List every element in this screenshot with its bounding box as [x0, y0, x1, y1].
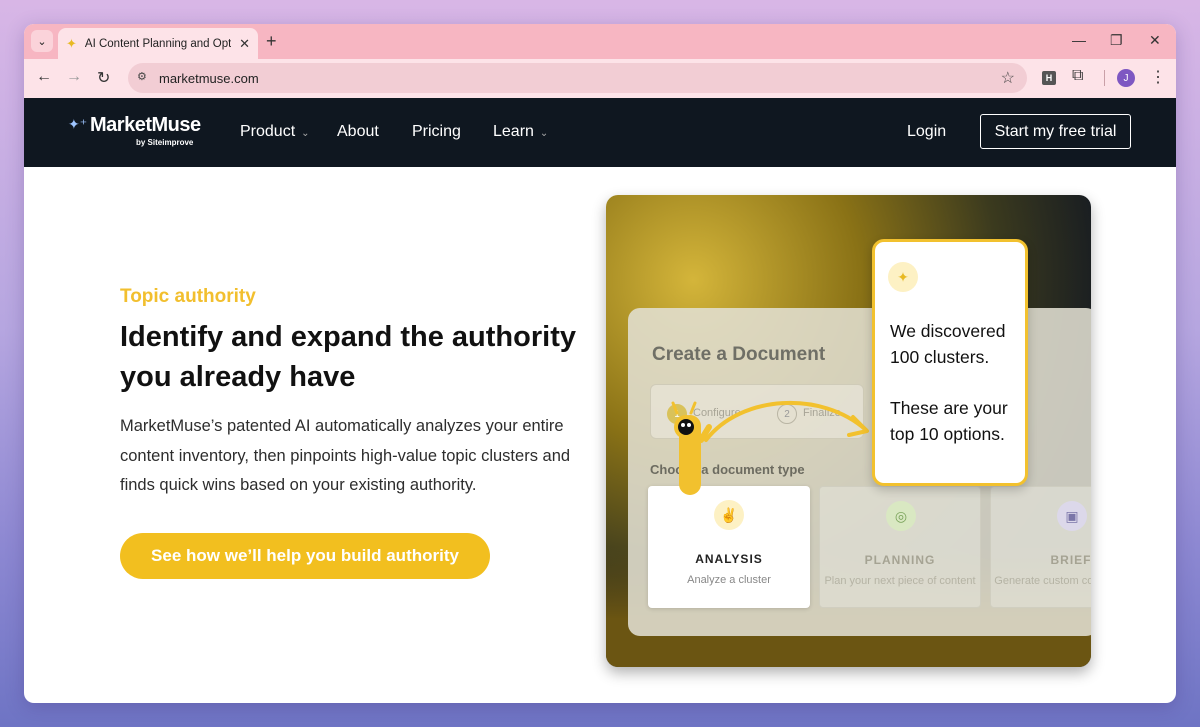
back-arrow-icon[interactable]: ← — [36, 68, 52, 86]
type-desc-planning: Plan your next piece of content — [824, 575, 976, 587]
toolbar-divider — [1104, 70, 1105, 86]
type-name-brief: BRIEF — [1050, 553, 1091, 567]
chevron-down-icon: ⌄ — [539, 128, 549, 139]
doc-panel-title: Create a Document — [652, 344, 826, 365]
login-link[interactable]: Login — [907, 123, 946, 141]
nav-product-label: Product — [240, 123, 296, 140]
nav-learn-label: Learn — [493, 123, 534, 140]
site-settings-icon[interactable]: ⚙ — [137, 70, 153, 86]
new-tab-plus-icon[interactable]: + — [266, 31, 277, 51]
callout-line-1: We discovered 100 clusters. — [890, 321, 1006, 367]
hero-headline: Identify and expand the authority you al… — [120, 321, 576, 393]
minimize-icon[interactable]: — — [1072, 32, 1086, 48]
curved-arrow — [704, 400, 868, 442]
type-name-analysis: ANALYSIS — [695, 552, 763, 566]
profile-avatar[interactable]: J — [1117, 69, 1135, 87]
address-bar[interactable]: ⚙ marketmuse.com ☆ — [128, 63, 1027, 93]
document-icon: ▣ — [1057, 501, 1087, 531]
tab-strip: ⌄ ✦ AI Content Planning and Optim ✕ + — … — [24, 24, 1176, 59]
mascot-icon — [671, 401, 712, 495]
nav-about[interactable]: About — [337, 123, 379, 141]
sparkle-icon: ✦ — [888, 262, 918, 292]
nav-about-label: About — [337, 123, 379, 140]
compass-icon: ◎ — [886, 501, 916, 531]
site-header: ✦⁺ MarketMuse by Siteimprove Product ⌄ Ab… — [24, 98, 1176, 167]
url-text[interactable]: marketmuse.com — [159, 71, 259, 86]
tab-search-chevron-icon[interactable]: ⌄ — [31, 30, 53, 52]
mascot-with-arrow — [671, 400, 869, 495]
extension-h-icon[interactable]: H — [1042, 71, 1056, 85]
callout-line-2: These are your top 10 options. — [890, 398, 1008, 444]
chevron-down-icon: ⌄ — [301, 128, 310, 139]
menu-kebab-icon[interactable]: ⋮ — [1150, 67, 1166, 87]
logo-subtitle: by Siteimprove — [136, 138, 194, 147]
logo-sparkle-icon: ✦⁺ — [68, 116, 88, 132]
browser-toolbar: ← → ↻ ⚙ marketmuse.com ☆ H ⧉ J ⋮ — [24, 59, 1176, 98]
nav-learn[interactable]: Learn ⌄ — [493, 123, 548, 141]
logo-name: MarketMuse — [90, 114, 201, 136]
type-name-planning: PLANNING — [864, 553, 936, 567]
insight-callout: ✦ We discovered 100 clusters. These are … — [872, 239, 1028, 486]
hero-body: MarketMuse’s patented AI automatically a… — [120, 417, 571, 494]
reload-icon[interactable]: ↻ — [97, 68, 110, 88]
type-desc-brief: Generate custom content briefs — [994, 575, 1091, 587]
tab-title: AI Content Planning and Optim — [84, 37, 232, 50]
active-tab[interactable]: ✦ AI Content Planning and Optim ✕ — [58, 28, 258, 59]
close-window-icon[interactable]: ✕ — [1149, 32, 1161, 49]
type-card-brief[interactable]: ▣ BRIEF Generate custom content briefs — [990, 486, 1091, 608]
build-authority-button[interactable]: See how we’ll help you build authority — [120, 533, 490, 579]
bookmark-star-icon[interactable]: ☆ — [1001, 68, 1015, 88]
browser-window: ⌄ ✦ AI Content Planning and Optim ✕ + — … — [24, 24, 1176, 703]
nav-product[interactable]: Product ⌄ — [240, 123, 310, 141]
start-trial-button[interactable]: Start my free trial — [980, 114, 1131, 149]
close-icon[interactable]: ✕ — [239, 36, 250, 52]
section-eyebrow: Topic authority — [120, 286, 256, 307]
forward-arrow-icon[interactable]: → — [66, 68, 82, 86]
product-illustration: Create a Document 1 Configure 2 Finalize… — [606, 195, 1091, 667]
nav-pricing-label: Pricing — [412, 123, 461, 140]
restore-icon[interactable]: ❐ — [1110, 32, 1123, 49]
sparkle-icon: ✦ — [66, 35, 77, 51]
type-desc-analysis: Analyze a cluster — [687, 574, 771, 586]
nav-pricing[interactable]: Pricing — [412, 123, 461, 141]
extensions-puzzle-icon[interactable]: ⧉ — [1072, 67, 1083, 85]
